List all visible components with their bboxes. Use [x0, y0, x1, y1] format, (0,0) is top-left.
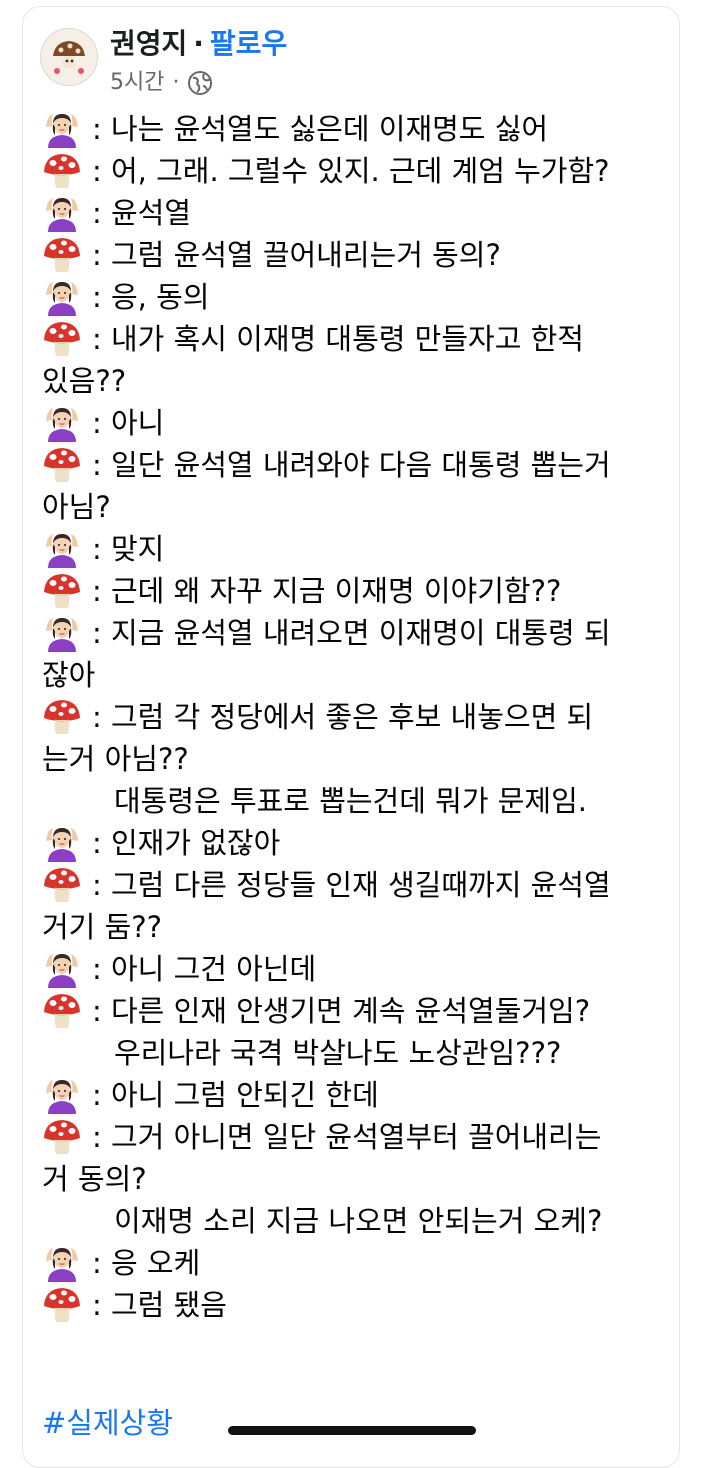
message-line-mushroom: : 그럼 윤석열 끌어내리는거 동의? — [42, 234, 672, 276]
message-text: : 내가 혹시 이재명 대통령 만들자고 한적 — [92, 322, 584, 356]
globe-icon — [187, 70, 213, 96]
message-line-indented: 이재명 소리 지금 나오면 안되는거 오케? — [42, 1200, 672, 1242]
message-line-woman: : 응, 동의 — [42, 276, 672, 318]
message-line-woman: : 나는 윤석열도 싫은데 이재명도 싫어 — [42, 108, 672, 150]
author-avatar[interactable] — [40, 28, 98, 86]
post-meta: 5시간 · — [110, 68, 213, 98]
post-header: 권영지 · 팔로우 5시간 · — [40, 24, 660, 104]
message-line-mushroom: : 그거 아니면 일단 윤석열부터 끌어내리는 — [42, 1116, 672, 1158]
message-line-woman: : 맞지 — [42, 528, 672, 570]
message-text: : 응, 동의 — [92, 280, 210, 314]
woman-gesturing-ok-icon — [42, 530, 82, 568]
message-line-mushroom: : 일단 윤석열 내려와야 다음 대통령 뽑는거 — [42, 444, 672, 486]
message-line-mushroom: : 어, 그래. 그럴수 있지. 근데 계엄 누가함? — [42, 150, 672, 192]
message-line-mushroom: : 그럼 됐음 — [42, 1284, 672, 1326]
woman-gesturing-ok-icon — [42, 278, 82, 316]
message-line-continuation: 있음?? — [42, 360, 672, 402]
message-text: : 맞지 — [92, 532, 165, 566]
mushroom-avatar-icon — [41, 29, 97, 85]
message-text: 아님? — [42, 490, 111, 524]
woman-gesturing-ok-icon — [42, 824, 82, 862]
meta-separator: · — [172, 70, 180, 95]
woman-gesturing-ok-icon — [42, 614, 82, 652]
message-text: 우리나라 국격 박살나도 노상관임??? — [114, 1036, 562, 1070]
message-line-mushroom: : 다른 인재 안생기면 계속 윤석열둘거임? — [42, 990, 672, 1032]
message-text: : 그럼 다른 정당들 인재 생길때까지 윤석열 — [92, 868, 611, 902]
message-line-woman: : 인재가 없잖아 — [42, 822, 672, 864]
message-text: : 그럼 됐음 — [92, 1288, 227, 1322]
message-text: : 나는 윤석열도 싫은데 이재명도 싫어 — [92, 112, 549, 146]
message-line-woman: : 윤석열 — [42, 192, 672, 234]
hashtag-link[interactable]: #실제상황 — [42, 1402, 173, 1444]
message-text: : 근데 왜 자꾸 지금 이재명 이야기함?? — [92, 574, 562, 608]
message-line-indented: 대통령은 투표로 뽑는건데 뭐가 문제임. — [42, 780, 672, 822]
message-text: 대통령은 투표로 뽑는건데 뭐가 문제임. — [114, 784, 587, 818]
message-text: 거 동의? — [42, 1162, 147, 1196]
mushroom-icon — [42, 1118, 82, 1156]
message-line-continuation: 잖아 — [42, 654, 672, 696]
message-text: 이재명 소리 지금 나오면 안되는거 오케? — [114, 1204, 603, 1238]
mushroom-icon — [42, 152, 82, 190]
message-text: : 그럼 각 정당에서 좋은 후보 내놓으면 되 — [92, 700, 594, 734]
home-indicator[interactable] — [228, 1426, 476, 1435]
message-text: 잖아 — [42, 658, 96, 692]
woman-gesturing-ok-icon — [42, 1244, 82, 1282]
author-name[interactable]: 권영지 — [110, 27, 187, 60]
message-line-woman: : 아니 그럼 안되긴 한데 — [42, 1074, 672, 1116]
author-row: 권영지 · 팔로우 — [110, 24, 287, 64]
woman-gesturing-ok-icon — [42, 1076, 82, 1114]
mushroom-icon — [42, 236, 82, 274]
message-line-mushroom: : 그럼 다른 정당들 인재 생길때까지 윤석열 — [42, 864, 672, 906]
follow-button[interactable]: 팔로우 — [210, 27, 287, 60]
name-separator: · — [193, 27, 204, 60]
mushroom-icon — [42, 1286, 82, 1324]
mushroom-icon — [42, 320, 82, 358]
message-line-continuation: 거 동의? — [42, 1158, 672, 1200]
mushroom-icon — [42, 992, 82, 1030]
message-text: : 아니 — [92, 406, 165, 440]
message-line-mushroom: : 근데 왜 자꾸 지금 이재명 이야기함?? — [42, 570, 672, 612]
message-text: : 윤석열 — [92, 196, 192, 230]
message-text: : 아니 그건 아닌데 — [92, 952, 317, 986]
message-text: : 그거 아니면 일단 윤석열부터 끌어내리는 — [92, 1120, 602, 1154]
message-text: 있음?? — [42, 364, 127, 398]
message-line-woman: : 지금 윤석열 내려오면 이재명이 대통령 되 — [42, 612, 672, 654]
message-line-woman: : 아니 — [42, 402, 672, 444]
woman-gesturing-ok-icon — [42, 194, 82, 232]
mushroom-icon — [42, 698, 82, 736]
message-text: 거기 둠?? — [42, 910, 163, 944]
message-text: : 인재가 없잖아 — [92, 826, 281, 860]
post-time[interactable]: 5시간 — [110, 68, 164, 98]
mushroom-icon — [42, 446, 82, 484]
message-line-mushroom: : 내가 혹시 이재명 대통령 만들자고 한적 — [42, 318, 672, 360]
message-line-continuation: 아님? — [42, 486, 672, 528]
woman-gesturing-ok-icon — [42, 950, 82, 988]
message-text: 는거 아님?? — [42, 742, 189, 776]
message-text: : 다른 인재 안생기면 계속 윤석열둘거임? — [92, 994, 591, 1028]
mushroom-icon — [42, 572, 82, 610]
woman-gesturing-ok-icon — [42, 110, 82, 148]
message-text: : 어, 그래. 그럴수 있지. 근데 계엄 누가함? — [92, 154, 610, 188]
message-line-mushroom: : 그럼 각 정당에서 좋은 후보 내놓으면 되 — [42, 696, 672, 738]
woman-gesturing-ok-icon — [42, 404, 82, 442]
message-text: : 아니 그럼 안되긴 한데 — [92, 1078, 379, 1112]
message-text: : 응 오케 — [92, 1246, 201, 1280]
message-line-woman: : 아니 그건 아닌데 — [42, 948, 672, 990]
message-line-woman: : 응 오케 — [42, 1242, 672, 1284]
message-text: : 지금 윤석열 내려오면 이재명이 대통령 되 — [92, 616, 611, 650]
message-text: : 일단 윤석열 내려와야 다음 대통령 뽑는거 — [92, 448, 611, 482]
message-line-continuation: 는거 아님?? — [42, 738, 672, 780]
message-line-continuation: 거기 둠?? — [42, 906, 672, 948]
mushroom-icon — [42, 866, 82, 904]
message-text: : 그럼 윤석열 끌어내리는거 동의? — [92, 238, 501, 272]
post-body: : 나는 윤석열도 싫은데 이재명도 싫어 : 어, 그래. 그럴수 있지. 근… — [42, 108, 672, 1326]
message-line-indented: 우리나라 국격 박살나도 노상관임??? — [42, 1032, 672, 1074]
